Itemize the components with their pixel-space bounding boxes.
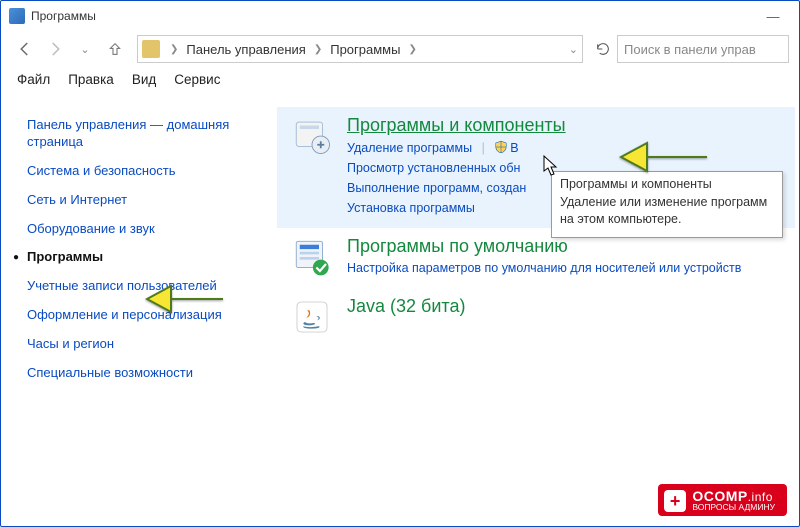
- minimize-button[interactable]: —: [755, 4, 791, 28]
- link-default-programs[interactable]: Программы по умолчанию: [347, 236, 568, 259]
- tooltip: Программы и компоненты Удаление или изме…: [551, 171, 783, 238]
- recent-dropdown[interactable]: ⌄: [71, 35, 99, 63]
- sidebar-item-hardware-sound[interactable]: Оборудование и звук: [27, 215, 271, 244]
- forward-button[interactable]: [41, 35, 69, 63]
- window-title: Программы: [31, 9, 96, 23]
- back-button[interactable]: [11, 35, 39, 63]
- app-icon: [9, 8, 25, 24]
- sidebar-item-home[interactable]: Панель управления — домашняя страница: [27, 111, 271, 157]
- link-java[interactable]: Java (32 бита): [347, 296, 465, 319]
- tooltip-title: Программы и компоненты: [560, 176, 774, 194]
- programs-features-icon: [291, 115, 333, 157]
- menu-view[interactable]: Вид: [132, 72, 156, 87]
- link-install-program[interactable]: Установка программы: [347, 201, 475, 215]
- link-uninstall-program[interactable]: Удаление программы: [347, 141, 472, 155]
- watermark-sub: ВОПРОСЫ АДМИНУ: [692, 502, 775, 512]
- chevron-right-icon: ❯: [402, 44, 422, 55]
- java-icon: [291, 296, 333, 338]
- sidebar-item-clock-region[interactable]: Часы и регион: [27, 330, 271, 359]
- sidebar-item-accessibility[interactable]: Специальные возможности: [27, 359, 271, 388]
- plus-icon: +: [664, 490, 686, 512]
- search-placeholder: Поиск в панели управ: [624, 42, 756, 57]
- up-button[interactable]: [101, 35, 129, 63]
- breadcrumb-seg-control-panel[interactable]: Панель управления: [184, 40, 307, 59]
- titlebar: Программы —: [1, 1, 799, 31]
- shield-icon: [494, 140, 508, 154]
- sidebar-item-user-accounts[interactable]: Учетные записи пользователей: [27, 272, 271, 301]
- default-programs-icon: [291, 236, 333, 278]
- sidebar-item-network-internet[interactable]: Сеть и Интернет: [27, 186, 271, 215]
- navbar: ⌄ ❯ Панель управления ❯ Программы ❯ ⌄ По…: [1, 31, 799, 67]
- address-bar[interactable]: ❯ Панель управления ❯ Программы ❯ ⌄: [137, 35, 583, 63]
- content-area: Панель управления — домашняя страница Си…: [1, 93, 799, 526]
- watermark: + OCOMP.info ВОПРОСЫ АДМИНУ: [658, 484, 787, 516]
- chevron-right-icon: ❯: [164, 44, 184, 55]
- sidebar-item-appearance[interactable]: Оформление и персонализация: [27, 301, 271, 330]
- link-run-programs[interactable]: Выполнение программ, создан: [347, 181, 526, 195]
- sidebar: Панель управления — домашняя страница Си…: [1, 93, 277, 526]
- dropdown-icon[interactable]: ⌄: [569, 43, 578, 56]
- link-default-programs-sub[interactable]: Настройка параметров по умолчанию для но…: [347, 259, 785, 278]
- menu-file[interactable]: Файл: [17, 72, 50, 87]
- link-windows-features[interactable]: В: [510, 141, 518, 155]
- control-panel-icon: [142, 40, 160, 58]
- menubar: Файл Правка Вид Сервис: [1, 67, 799, 93]
- sidebar-item-system-security[interactable]: Система и безопасность: [27, 157, 271, 186]
- breadcrumb-seg-programs[interactable]: Программы: [328, 40, 402, 59]
- search-input[interactable]: Поиск в панели управ: [617, 35, 789, 63]
- tooltip-body: Удаление или изменение программ на этом …: [560, 194, 774, 229]
- chevron-right-icon: ❯: [308, 44, 328, 55]
- category-java: Java (32 бита): [277, 288, 795, 348]
- link-view-updates[interactable]: Просмотр установленных обн: [347, 161, 520, 175]
- main-panel: Программы и компоненты Удаление программ…: [277, 93, 799, 526]
- refresh-button[interactable]: [591, 37, 615, 61]
- menu-edit[interactable]: Правка: [68, 72, 114, 87]
- menu-service[interactable]: Сервис: [174, 72, 220, 87]
- sidebar-item-programs[interactable]: Программы: [27, 243, 271, 272]
- link-programs-features[interactable]: Программы и компоненты: [347, 115, 566, 138]
